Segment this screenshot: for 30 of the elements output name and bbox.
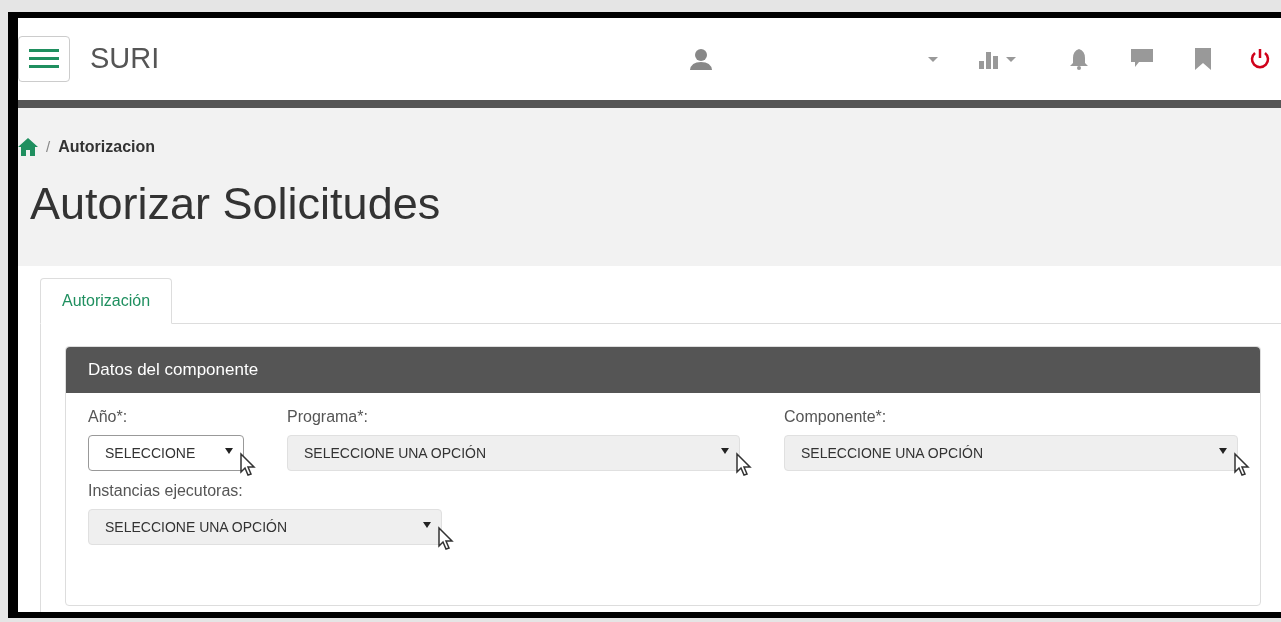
power-icon[interactable] <box>1249 48 1272 70</box>
tab[interactable]: Autorización <box>40 278 173 324</box>
chart-menu[interactable] <box>979 49 1018 69</box>
breadcrumb-separator: / <box>46 136 51 157</box>
panel-title: Datos del componente <box>88 359 259 382</box>
caret-icon[interactable] <box>927 55 940 63</box>
caret-icon <box>1219 448 1227 454</box>
bell-icon[interactable] <box>1069 48 1090 70</box>
mouse-pointer-icon <box>1233 452 1251 478</box>
field-label: Componente*: <box>784 407 888 427</box>
user-icon[interactable] <box>689 47 714 71</box>
field-label: Programa*: <box>287 407 369 427</box>
bookmark-icon[interactable] <box>1195 48 1212 70</box>
caret-icon <box>423 522 431 528</box>
caret-icon <box>225 448 233 454</box>
menu-button[interactable] <box>18 36 70 82</box>
mouse-pointer-icon <box>239 452 257 478</box>
caret-icon <box>1005 55 1018 63</box>
mouse-pointer-icon <box>735 452 753 478</box>
breadcrumb-current: Autorizacion <box>58 137 156 157</box>
field-label: Instancias ejecutoras: <box>88 481 244 501</box>
chat-icon[interactable] <box>1131 49 1154 69</box>
caret-icon <box>721 448 729 454</box>
mouse-pointer-icon <box>437 526 455 552</box>
page-title: Autorizar Solicitudes <box>30 177 442 231</box>
menu-icon <box>29 49 59 69</box>
home-icon[interactable] <box>18 138 38 156</box>
field-label: Año*: <box>88 407 129 427</box>
bar-chart-icon <box>979 49 1000 69</box>
brand-name: SURI <box>90 41 160 77</box>
